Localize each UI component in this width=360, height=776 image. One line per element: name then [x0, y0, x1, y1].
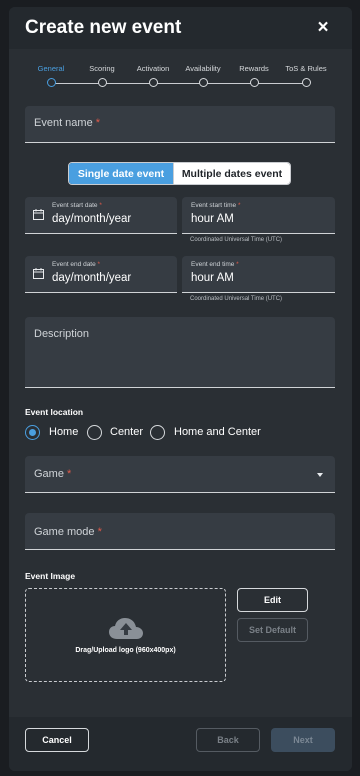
- end-time-field[interactable]: Event end time * hour AM: [182, 256, 335, 293]
- close-icon[interactable]: ×: [314, 18, 332, 37]
- chevron-down-icon[interactable]: [317, 473, 323, 477]
- end-date-value: day/month/year: [52, 272, 132, 284]
- end-time-label: Event end time *: [191, 261, 239, 268]
- event-image-heading: Event Image: [25, 571, 76, 581]
- game-mode-label: Game mode *: [34, 526, 102, 538]
- step-dot: [249, 78, 259, 87]
- event-location-heading: Event location: [25, 407, 84, 417]
- event-name-label-text: Event name: [34, 117, 93, 129]
- required-asterisk: *: [95, 117, 101, 129]
- step-dot: [148, 78, 158, 87]
- calendar-icon[interactable]: [33, 209, 44, 220]
- step-tos-rules[interactable]: ToS & Rules: [276, 62, 336, 87]
- step-dot: [97, 78, 107, 87]
- step-rewards[interactable]: Rewards: [224, 62, 284, 87]
- game-mode-field[interactable]: Game mode *: [25, 513, 335, 550]
- next-button[interactable]: Next: [271, 728, 335, 752]
- start-time-value: hour AM: [191, 213, 234, 225]
- image-dropzone[interactable]: Drag/Upload logo (960x400px): [25, 588, 226, 682]
- step-dot: [46, 78, 56, 87]
- start-time-helper: Coordinated Universal Time (UTC): [190, 237, 283, 243]
- game-mode-label-text: Game mode: [34, 526, 95, 538]
- multiple-dates-option[interactable]: Multiple dates event: [173, 163, 290, 184]
- step-dot: [198, 78, 208, 87]
- edit-image-button[interactable]: Edit: [237, 588, 308, 612]
- cancel-button[interactable]: Cancel: [25, 728, 89, 752]
- set-default-button[interactable]: Set Default: [237, 618, 308, 642]
- step-dot: [301, 78, 311, 87]
- start-date-value: day/month/year: [52, 213, 132, 225]
- required-asterisk: *: [97, 526, 102, 538]
- stepper: General Scoring Activation Availability …: [9, 62, 352, 92]
- create-event-modal: Create new event × General Scoring Activ…: [9, 7, 352, 771]
- back-button[interactable]: Back: [196, 728, 260, 752]
- start-time-field[interactable]: Event start time * hour AM: [182, 197, 335, 234]
- dropzone-text: Drag/Upload logo (960x400px): [75, 647, 176, 654]
- required-asterisk: *: [236, 261, 239, 268]
- game-select[interactable]: Game *: [25, 456, 335, 493]
- end-time-label-text: Event end time: [191, 261, 235, 268]
- step-label: ToS & Rules: [285, 64, 327, 73]
- event-name-label: Event name *: [34, 117, 100, 129]
- single-date-option[interactable]: Single date event: [69, 163, 173, 184]
- end-time-value: hour AM: [191, 272, 234, 284]
- required-asterisk: *: [67, 468, 72, 480]
- required-asterisk: *: [99, 202, 102, 209]
- end-time-helper: Coordinated Universal Time (UTC): [190, 296, 283, 302]
- radio-center-label[interactable]: Center: [110, 426, 143, 438]
- start-date-field[interactable]: Event start date * day/month/year: [25, 197, 177, 234]
- radio-home[interactable]: [25, 425, 40, 440]
- step-label: Rewards: [239, 64, 269, 73]
- game-label: Game *: [34, 468, 71, 480]
- cloud-upload-icon: [109, 618, 143, 639]
- modal-title: Create new event: [25, 17, 182, 38]
- description-field[interactable]: Description: [25, 317, 335, 388]
- start-date-label-text: Event start date: [52, 202, 98, 209]
- start-time-label-text: Event start time: [191, 202, 237, 209]
- end-date-label-text: Event end date: [52, 261, 96, 268]
- modal-footer: Cancel Back Next: [9, 717, 352, 771]
- event-name-field[interactable]: Event name *: [25, 106, 335, 143]
- description-label: Description: [34, 328, 90, 340]
- end-date-field[interactable]: Event end date * day/month/year: [25, 256, 177, 293]
- radio-center[interactable]: [87, 425, 102, 440]
- game-label-text: Game: [34, 468, 64, 480]
- date-mode-toggle: Single date event Multiple dates event: [68, 162, 291, 185]
- calendar-icon[interactable]: [33, 268, 44, 279]
- required-asterisk: *: [237, 202, 241, 209]
- modal-header: Create new event ×: [9, 7, 352, 49]
- start-time-label: Event start time *: [191, 202, 241, 209]
- radio-home-and-center-label[interactable]: Home and Center: [174, 426, 261, 438]
- required-asterisk: *: [97, 261, 101, 268]
- start-date-label: Event start date *: [52, 202, 102, 209]
- end-date-label: Event end date *: [52, 261, 100, 268]
- radio-home-and-center[interactable]: [150, 425, 165, 440]
- radio-home-label[interactable]: Home: [49, 426, 78, 438]
